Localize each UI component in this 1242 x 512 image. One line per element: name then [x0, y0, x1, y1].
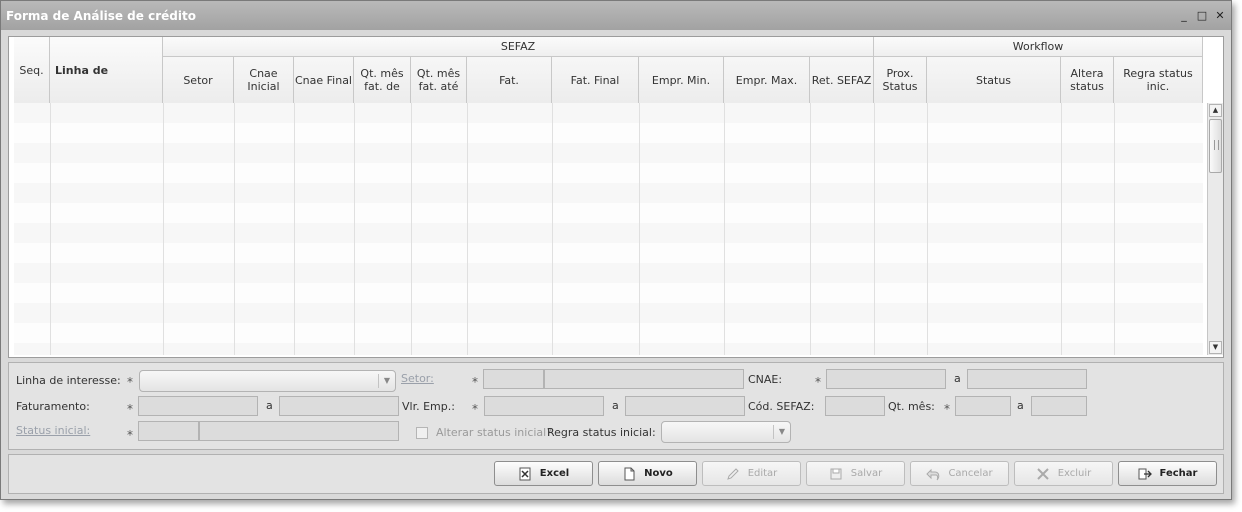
salvar-button-label: Salvar [850, 468, 883, 479]
col-header-cnae-final[interactable]: Cnae Final [294, 57, 354, 103]
col-header-empr-min[interactable]: Empr. Min. [639, 57, 724, 103]
grid-header: Seq. Linha de SEFAZ Workflow Setor Cnae … [14, 37, 1203, 104]
required-marker: * [127, 375, 133, 389]
col-header-cnae-inicial[interactable]: Cnae Inicial [234, 57, 294, 103]
col-header-fat-final[interactable]: Fat. Final [552, 57, 639, 103]
vlr-emp-label: Vlr. Emp.: [402, 400, 455, 413]
group-header-workflow: Workflow [874, 37, 1203, 57]
required-marker: * [815, 375, 821, 389]
required-marker: * [472, 402, 478, 416]
required-marker: * [944, 402, 950, 416]
delete-x-icon [1036, 467, 1050, 481]
required-marker: * [127, 428, 133, 442]
novo-button[interactable]: Novo [598, 461, 697, 486]
scroll-thumb[interactable] [1209, 119, 1222, 173]
col-header-qt-mes-de[interactable]: Qt. mês fat. de [354, 57, 411, 103]
col-header-regra-status[interactable]: Regra status inic. [1114, 57, 1203, 103]
status-inicial-code-field[interactable] [138, 421, 199, 441]
scroll-up-arrow-icon[interactable]: ▲ [1209, 104, 1222, 117]
col-header-status[interactable]: Status [927, 57, 1061, 103]
col-header-ret-sefaz[interactable]: Ret. SEFAZ [810, 57, 874, 103]
col-header-altera-status[interactable]: Altera status [1061, 57, 1114, 103]
action-button-bar: Excel Novo Editar Salvar Cancelar Exclui… [8, 454, 1224, 494]
vlr-emp-range-separator: a [612, 399, 619, 412]
excel-button-label: Excel [539, 468, 570, 479]
cnae-to-field[interactable] [967, 369, 1087, 389]
novo-button-label: Novo [644, 468, 673, 479]
faturamento-from-field[interactable] [138, 396, 258, 416]
scroll-down-arrow-icon[interactable]: ▼ [1209, 341, 1222, 354]
col-header-setor[interactable]: Setor [163, 57, 234, 103]
group-header-sefaz: SEFAZ [163, 37, 874, 57]
excluir-button-label: Excluir [1057, 468, 1092, 479]
credit-analysis-window: Forma de Análise de crédito _ □ ✕ Seq. L… [0, 0, 1232, 500]
grid-rows[interactable] [14, 103, 1203, 355]
qt-mes-from-field[interactable] [955, 396, 1011, 416]
required-marker: * [127, 402, 133, 416]
alterar-status-label: Alterar status inicial? [436, 426, 553, 439]
col-header-seq[interactable]: Seq. [14, 37, 50, 103]
fechar-button-label: Fechar [1159, 468, 1198, 479]
minimize-button[interactable]: _ [1177, 10, 1191, 22]
setor-code-field[interactable] [483, 369, 544, 389]
grid-vertical-scrollbar[interactable]: ▲ ▼ [1207, 103, 1223, 355]
credit-rules-grid[interactable]: Seq. Linha de SEFAZ Workflow Setor Cnae … [8, 36, 1224, 358]
regra-status-label: Regra status inicial: [547, 426, 656, 439]
editar-button[interactable]: Editar [702, 461, 801, 486]
regra-status-select[interactable]: ▼ [661, 421, 791, 443]
new-document-icon [622, 467, 636, 481]
fechar-button[interactable]: Fechar [1118, 461, 1217, 486]
excluir-button[interactable]: Excluir [1014, 461, 1113, 486]
chevron-down-icon: ▼ [378, 374, 395, 388]
qt-mes-range-separator: a [1017, 399, 1024, 412]
col-header-prox-status[interactable]: Prox. Status [874, 57, 927, 103]
cancelar-button[interactable]: Cancelar [910, 461, 1009, 486]
editar-button-label: Editar [747, 468, 778, 479]
close-button[interactable]: ✕ [1213, 10, 1227, 22]
faturamento-to-field[interactable] [279, 396, 399, 416]
salvar-button[interactable]: Salvar [806, 461, 905, 486]
save-disk-icon [829, 467, 843, 481]
cod-sefaz-field[interactable] [825, 396, 885, 416]
title-bar[interactable]: Forma de Análise de crédito _ □ ✕ [1, 1, 1231, 30]
col-header-empr-max[interactable]: Empr. Max. [724, 57, 810, 103]
undo-arrow-icon [926, 467, 940, 481]
status-inicial-desc-field[interactable] [199, 421, 399, 441]
exit-door-icon [1138, 467, 1152, 481]
pencil-icon [726, 467, 740, 481]
linha-interesse-label: Linha de interesse: [16, 374, 121, 387]
cnae-range-separator: a [954, 372, 961, 385]
required-marker: * [472, 375, 478, 389]
col-header-qt-mes-ate[interactable]: Qt. mês fat. até [411, 57, 467, 103]
col-header-linha[interactable]: Linha de [50, 37, 163, 103]
setor-desc-field[interactable] [544, 369, 744, 389]
maximize-button[interactable]: □ [1195, 10, 1209, 22]
vlr-emp-to-field[interactable] [625, 396, 745, 416]
faturamento-label: Faturamento: [16, 400, 90, 413]
vlr-emp-from-field[interactable] [484, 396, 604, 416]
window-title: Forma de Análise de crédito [6, 9, 196, 23]
faturamento-range-separator: a [266, 399, 273, 412]
filter-form: Linha de interesse: * ▼ Setor: * CNAE: *… [8, 362, 1224, 450]
col-header-fat[interactable]: Fat. [467, 57, 552, 103]
chevron-down-icon: ▼ [773, 425, 790, 439]
cnae-label: CNAE: [748, 373, 783, 386]
excel-icon [518, 467, 532, 481]
qt-mes-to-field[interactable] [1031, 396, 1087, 416]
status-inicial-link[interactable]: Status inicial: [16, 424, 90, 437]
linha-interesse-select[interactable]: ▼ [139, 370, 396, 392]
cnae-from-field[interactable] [826, 369, 946, 389]
cod-sefaz-label: Cód. SEFAZ: [748, 400, 815, 413]
setor-link[interactable]: Setor: [401, 372, 434, 385]
alterar-status-checkbox[interactable] [416, 427, 428, 439]
qt-mes-label: Qt. mês: [888, 400, 935, 413]
excel-button[interactable]: Excel [494, 461, 593, 486]
cancelar-button-label: Cancelar [948, 468, 993, 479]
